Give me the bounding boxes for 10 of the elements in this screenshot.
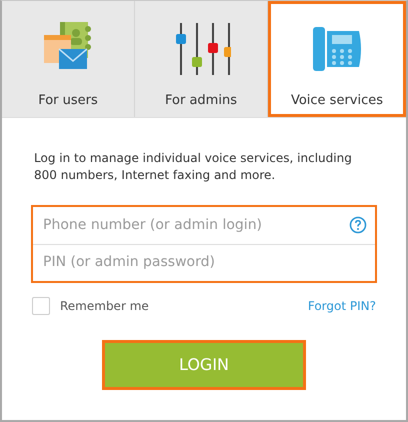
tab[interactable]: For admins [135, 1, 268, 117]
tab[interactable]: For users [2, 1, 135, 117]
input-field[interactable]: PIN (or admin password) [41, 251, 367, 274]
remember-checkbox[interactable] [32, 296, 50, 315]
description-text: Log in to manage individual voice services, including 800 numbers, Internet faxing and more. [34, 150, 353, 184]
remember-label: Remember me [60, 298, 149, 315]
tab[interactable]: Voice services [268, 1, 406, 117]
help-icon[interactable] [349, 216, 367, 234]
credentials-field-group[interactable]: Phone number (or admin login) PIN (or admin password) [31, 204, 377, 283]
input-field[interactable]: Phone number (or admin login) [41, 214, 349, 237]
